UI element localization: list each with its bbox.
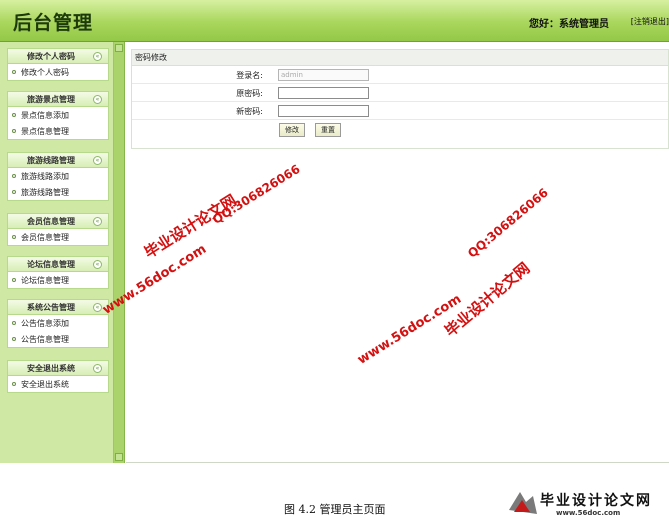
sidebar-item-manage-attractions[interactable]: 景点信息管理	[8, 123, 108, 139]
menu-group-title: 系统公告管理	[27, 303, 75, 312]
sidebar-item-label: 安全退出系统	[21, 380, 69, 389]
bullet-icon	[12, 278, 16, 282]
bullet-icon	[12, 337, 16, 341]
user-greeting: 您好：系统管理员	[529, 19, 609, 30]
sidebar-item-change-password[interactable]: 修改个人密码	[8, 64, 108, 80]
collapse-chevron-icon[interactable]: «	[93, 52, 102, 61]
old-password-label: 原密码:	[236, 89, 263, 98]
sidebar-item-safe-exit[interactable]: 安全退出系统	[8, 376, 108, 392]
sidebar-item-label: 旅游线路管理	[21, 188, 69, 197]
sidebar-item-manage-members[interactable]: 会员信息管理	[8, 229, 108, 245]
menu-group-header[interactable]: 会员信息管理 «	[8, 214, 108, 229]
sidebar-splitter[interactable]	[114, 42, 125, 463]
bullet-icon	[12, 70, 16, 74]
sidebar-item-add-announcement[interactable]: 公告信息添加	[8, 315, 108, 331]
menu-group-attractions: 旅游景点管理 « 景点信息添加 景点信息管理	[7, 91, 109, 140]
menu-group-forum: 论坛信息管理 « 论坛信息管理	[7, 256, 109, 289]
menu-group-exit: 安全退出系统 « 安全退出系统	[7, 360, 109, 393]
old-password-field[interactable]	[278, 87, 369, 99]
collapse-chevron-icon[interactable]: «	[93, 260, 102, 269]
new-password-label: 新密码:	[236, 107, 263, 116]
sidebar-item-manage-announcements[interactable]: 公告信息管理	[8, 331, 108, 347]
collapse-chevron-icon[interactable]: «	[93, 364, 102, 373]
menu-group-header[interactable]: 安全退出系统 «	[8, 361, 108, 376]
menu-group-title: 修改个人密码	[27, 52, 75, 61]
submit-button[interactable]: 修改	[279, 123, 305, 137]
bullet-icon	[12, 190, 16, 194]
menu-group-title: 安全退出系统	[27, 364, 75, 373]
menu-group-header[interactable]: 修改个人密码 «	[8, 49, 108, 64]
sidebar-item-label: 景点信息管理	[21, 127, 69, 136]
sidebar-item-manage-routes[interactable]: 旅游线路管理	[8, 184, 108, 200]
username-field[interactable]	[278, 69, 369, 81]
logo-url: www.56doc.com	[556, 509, 621, 517]
menu-group-announcements: 系统公告管理 « 公告信息添加 公告信息管理	[7, 299, 109, 348]
form-row-username: 登录名:	[132, 66, 668, 84]
sidebar-item-label: 修改个人密码	[21, 68, 69, 77]
bullet-icon	[12, 321, 16, 325]
menu-group-title: 旅游线路管理	[27, 156, 75, 165]
sidebar-item-label: 公告信息添加	[21, 319, 69, 328]
menu-group-title: 会员信息管理	[27, 217, 75, 226]
sidebar-item-label: 论坛信息管理	[21, 276, 69, 285]
bullet-icon	[12, 129, 16, 133]
bullet-icon	[12, 113, 16, 117]
figure-caption: 图 4.2 管理员主页面	[284, 503, 386, 516]
menu-group-header[interactable]: 旅游景点管理 «	[8, 92, 108, 107]
sidebar-item-label: 旅游线路添加	[21, 172, 69, 181]
sidebar-item-label: 公告信息管理	[21, 335, 69, 344]
sidebar-item-add-route[interactable]: 旅游线路添加	[8, 168, 108, 184]
form-row-new-password: 新密码:	[132, 102, 668, 120]
panel-title: 密码修改	[132, 50, 668, 66]
logo-mark-icon	[509, 492, 537, 514]
username-label: 登录名:	[236, 71, 263, 80]
sidebar-item-label: 景点信息添加	[21, 111, 69, 120]
logout-link[interactable]: [注销退出]	[631, 16, 669, 27]
sidebar-item-add-attraction[interactable]: 景点信息添加	[8, 107, 108, 123]
collapse-chevron-icon[interactable]: «	[93, 217, 102, 226]
app-title: 后台管理	[13, 12, 94, 34]
collapse-chevron-icon[interactable]: «	[93, 95, 102, 104]
menu-group-header[interactable]: 系统公告管理 «	[8, 300, 108, 315]
menu-group-header[interactable]: 旅游线路管理 «	[8, 153, 108, 168]
menu-group-routes: 旅游线路管理 « 旅游线路添加 旅游线路管理	[7, 152, 109, 201]
menu-group-password: 修改个人密码 « 修改个人密码	[7, 48, 109, 81]
reset-button[interactable]: 重置	[315, 123, 341, 137]
sidebar-menu: 修改个人密码 « 修改个人密码 旅游景点管理 « 景点信息添加 景点信息管理 旅…	[0, 42, 114, 463]
scroll-up-icon[interactable]	[115, 44, 123, 52]
form-buttons: 修改 重置	[132, 120, 668, 142]
top-header: 后台管理 您好：系统管理员 [注销退出]	[0, 0, 669, 42]
sidebar-item-manage-forum[interactable]: 论坛信息管理	[8, 272, 108, 288]
password-form-panel: 密码修改 登录名: 原密码: 新密码: 修改 重置	[131, 49, 669, 149]
form-row-old-password: 原密码:	[132, 84, 668, 102]
menu-group-title: 旅游景点管理	[27, 95, 75, 104]
site-logo: 毕业设计论文网 www.56doc.com	[506, 488, 666, 520]
menu-group-title: 论坛信息管理	[27, 260, 75, 269]
sidebar-item-label: 会员信息管理	[21, 233, 69, 242]
menu-group-header[interactable]: 论坛信息管理 «	[8, 257, 108, 272]
scroll-down-icon[interactable]	[115, 453, 123, 461]
bullet-icon	[12, 235, 16, 239]
logo-title: 毕业设计论文网	[540, 493, 652, 509]
collapse-chevron-icon[interactable]: «	[93, 156, 102, 165]
new-password-field[interactable]	[278, 105, 369, 117]
bullet-icon	[12, 382, 16, 386]
bullet-icon	[12, 174, 16, 178]
menu-group-members: 会员信息管理 « 会员信息管理	[7, 213, 109, 246]
